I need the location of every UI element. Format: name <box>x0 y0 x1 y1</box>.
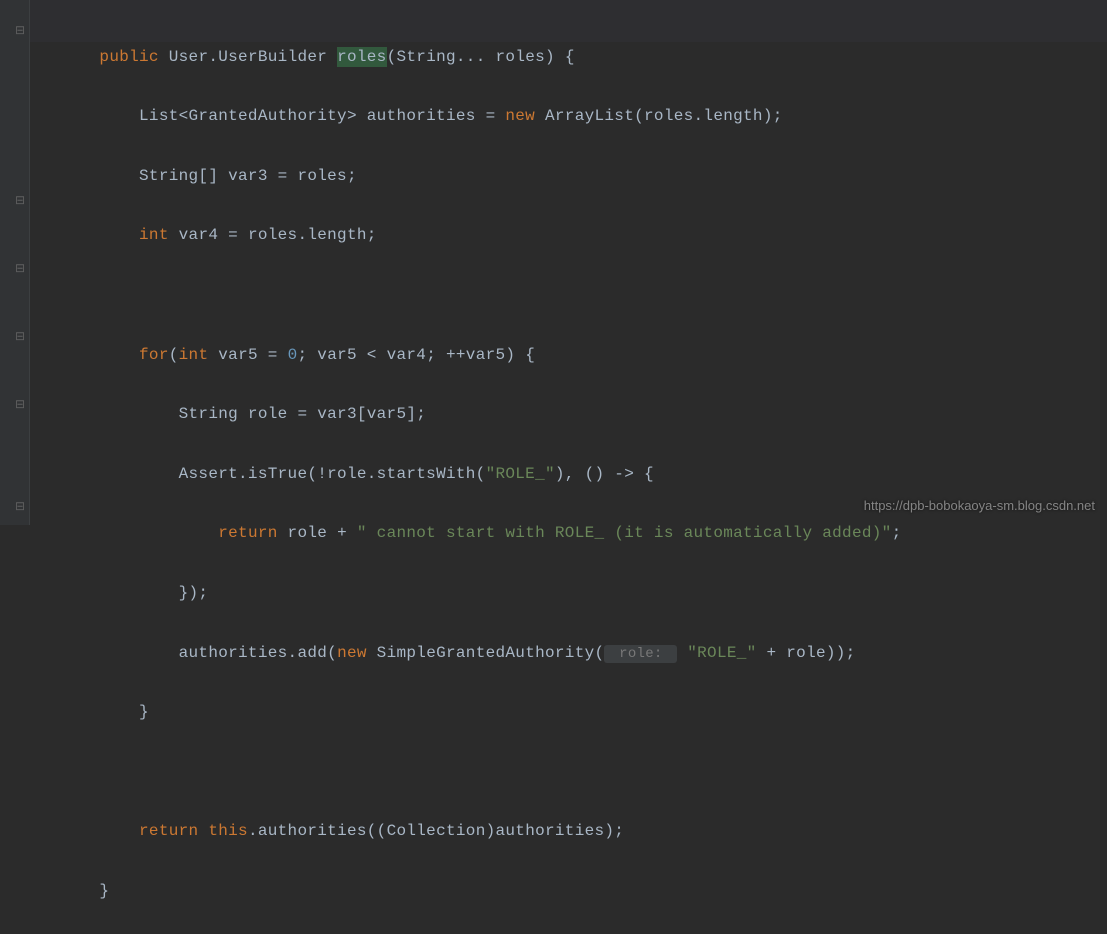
code-line: authorities.add(new SimpleGrantedAuthori… <box>40 636 1107 670</box>
params: (String... roles) { <box>387 48 575 66</box>
space <box>198 822 208 840</box>
type-ref: User.UserBuilder <box>159 48 337 66</box>
keyword: return <box>218 524 277 542</box>
statement: authorities.add( <box>179 644 337 662</box>
punct: ; <box>892 524 902 542</box>
keyword: int <box>139 226 169 244</box>
keyword: new <box>337 644 367 662</box>
statement: Assert.isTrue(!role.startsWith( <box>179 465 486 483</box>
statement: String role = var3[var5]; <box>179 405 427 423</box>
code-line: int var4 = roles.length; <box>40 218 1107 252</box>
punct: ( <box>169 346 179 364</box>
string-literal: "ROLE_" <box>486 465 555 483</box>
code-line: } <box>40 874 1107 908</box>
code-line: for(int var5 = 0; var5 < var4; ++var5) { <box>40 338 1107 372</box>
parameter-hint: role: <box>604 645 677 663</box>
statement: SimpleGrantedAuthority( <box>367 644 605 662</box>
code-line: }); <box>40 576 1107 610</box>
statement: role + <box>278 524 357 542</box>
code-editor[interactable]: public User.UserBuilder roles(String... … <box>0 0 1107 934</box>
string-literal: "ROLE_" <box>687 644 756 662</box>
keyword: new <box>505 107 535 125</box>
code-line: Assert.isTrue(!role.startsWith("ROLE_"),… <box>40 457 1107 491</box>
code-line: List<GrantedAuthority> authorities = new… <box>40 99 1107 133</box>
fold-marker-icon[interactable]: ⊟ <box>15 192 25 202</box>
code-line: return this.authorities((Collection)auth… <box>40 814 1107 848</box>
statement: List<GrantedAuthority> authorities = <box>139 107 505 125</box>
fold-marker-icon[interactable]: ⊟ <box>15 498 25 508</box>
statement: ; var5 < var4; ++var5) { <box>297 346 535 364</box>
code-line <box>40 755 1107 789</box>
statement: + role)); <box>757 644 856 662</box>
fold-marker-icon[interactable]: ⊟ <box>15 22 25 32</box>
keyword: int <box>179 346 209 364</box>
statement: var5 = <box>208 346 287 364</box>
keyword: for <box>139 346 169 364</box>
code-line: String[] var3 = roles; <box>40 159 1107 193</box>
code-line: return role + " cannot start with ROLE_ … <box>40 516 1107 550</box>
statement: .authorities((Collection)authorities); <box>248 822 624 840</box>
current-method-highlight <box>30 0 1107 42</box>
code-line <box>40 278 1107 312</box>
code-line: } <box>40 695 1107 729</box>
code-line: String role = var3[var5]; <box>40 397 1107 431</box>
watermark-text: https://dpb-bobokaoya-sm.blog.csdn.net <box>864 496 1095 517</box>
statement: var4 = roles.length; <box>169 226 377 244</box>
code-line: public User.UserBuilder roles(String... … <box>40 40 1107 74</box>
punct: } <box>99 882 109 900</box>
fold-marker-icon[interactable]: ⊟ <box>15 328 25 338</box>
statement: ), () -> { <box>555 465 654 483</box>
punct: } <box>139 703 149 721</box>
string-literal: " cannot start with ROLE_ (it is automat… <box>357 524 892 542</box>
editor-gutter: ⊟ ⊟ ⊟ ⊟ ⊟ ⊟ <box>0 0 30 525</box>
keyword: return <box>139 822 198 840</box>
fold-marker-icon[interactable]: ⊟ <box>15 396 25 406</box>
method-name-highlight: roles <box>337 47 387 67</box>
keyword: this <box>208 822 248 840</box>
keyword: public <box>99 48 158 66</box>
punct: }); <box>179 584 209 602</box>
fold-marker-icon[interactable]: ⊟ <box>15 260 25 270</box>
number-literal: 0 <box>288 346 298 364</box>
statement: ArrayList(roles.length); <box>535 107 783 125</box>
statement: String[] var3 = roles; <box>139 167 357 185</box>
